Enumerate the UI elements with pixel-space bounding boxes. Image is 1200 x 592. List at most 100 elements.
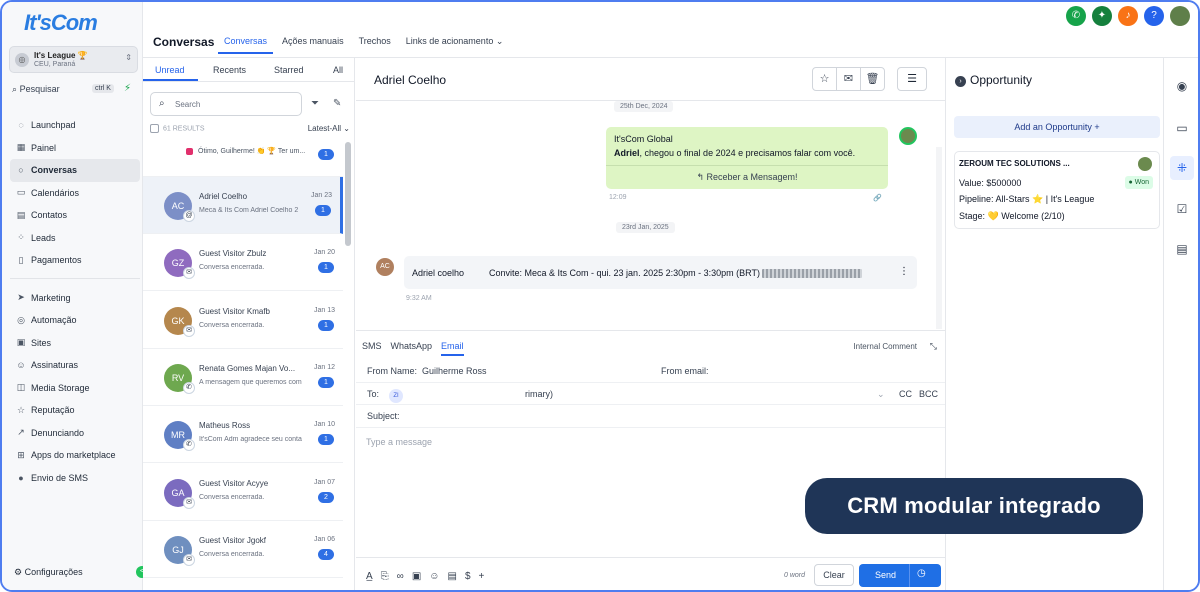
- filter-lines-icon[interactable]: ☰: [897, 67, 927, 91]
- sidebar-item-leads[interactable]: ⁘ Leads: [10, 227, 140, 250]
- tab-whatsapp[interactable]: WhatsApp: [391, 341, 433, 351]
- channel-icon: ✉: [183, 324, 195, 337]
- sidebar-item-denunciando[interactable]: ↗ Denunciando: [10, 422, 140, 445]
- bcc-button[interactable]: BCC: [919, 389, 938, 399]
- tasks-icon[interactable]: ☑: [1174, 201, 1190, 217]
- sidebar-item-label: Assinaturas: [31, 360, 79, 371]
- opportunity-card[interactable]: ZEROUM TEC SOLUTIONS ... Value: $500000 …: [954, 151, 1160, 229]
- message-subject-text: Convite: Meca & Its Com - qui. 23 jan. 2…: [489, 268, 760, 278]
- conversation-item[interactable]: GA ✉ Guest Visitor Acyye Conversa encerrada…: [143, 464, 343, 521]
- sidebar-item-conversas[interactable]: ○ Conversas: [10, 159, 140, 182]
- send-button[interactable]: Send ◷: [859, 564, 941, 587]
- sidebar-item-marketing[interactable]: ➤ Marketing: [10, 287, 140, 310]
- chevron-right-icon[interactable]: ›: [955, 76, 966, 87]
- incoming-email-message[interactable]: Adriel coelho Convite: Meca & Its Com - …: [404, 256, 917, 289]
- dollar-icon[interactable]: $: [465, 571, 471, 582]
- conversation-item[interactable]: RV ✆ Renata Gomes Majan Vo... A mensagem qu…: [143, 349, 343, 406]
- conversation-item[interactable]: GK ✉ Guest Visitor Kmafb Conversa encerrada…: [143, 292, 343, 349]
- tab-all[interactable]: All: [333, 65, 343, 75]
- sidebar-item-painel[interactable]: ▦ Painel: [10, 137, 140, 160]
- cc-button[interactable]: CC: [899, 389, 912, 399]
- compose-icon[interactable]: ✎: [333, 98, 341, 109]
- link-icon[interactable]: ∞: [397, 571, 404, 582]
- calendar-icon[interactable]: ▭: [1174, 120, 1190, 136]
- sort-dropdown[interactable]: Latest-All ⌄: [308, 124, 350, 133]
- sidebar-item-configuracoes[interactable]: ⚙ Configurações <: [14, 566, 148, 578]
- brand-logo[interactable]: It'sCom: [24, 10, 98, 36]
- clear-button[interactable]: Clear: [814, 564, 854, 586]
- message-subject: Convite: Meca & Its Com - qui. 23 jan. 2…: [489, 268, 899, 279]
- tab-starred[interactable]: Starred: [274, 65, 304, 75]
- trash-icon[interactable]: 🗑: [860, 67, 885, 91]
- sidebar-item-reputacao[interactable]: ☆ Reputação: [10, 399, 140, 422]
- tab-email[interactable]: Email: [441, 341, 464, 356]
- tab-sms[interactable]: SMS: [362, 341, 382, 351]
- message-input[interactable]: Type a message: [366, 437, 432, 447]
- list-scrollbar[interactable]: [345, 142, 351, 246]
- text-format-icon[interactable]: A̲: [366, 571, 373, 582]
- recipient-chip[interactable]: ZI: [389, 389, 403, 403]
- tab-acoes-manuais[interactable]: Ações manuais: [282, 36, 344, 56]
- attachment-icon[interactable]: ⎘: [381, 571, 389, 582]
- conversation-item[interactable]: GZ ✉ Guest Visitor Zbulz Conversa encerrada…: [143, 234, 343, 292]
- plus-icon: +: [1094, 122, 1100, 132]
- document-icon[interactable]: ▤: [447, 571, 456, 582]
- quick-reply-button[interactable]: ↰ Receber a Mensagem!: [606, 172, 888, 183]
- star-icon: ☆: [16, 404, 26, 415]
- bolt-icon[interactable]: ⚡: [124, 83, 131, 94]
- from-name-value[interactable]: Guilherme Ross: [422, 366, 487, 376]
- conversation-item[interactable]: MR ✆ Matheus Ross It'sCom Adm agradece seu …: [143, 406, 343, 464]
- notes-icon[interactable]: ▤: [1174, 241, 1190, 257]
- tab-trechos[interactable]: Trechos: [359, 36, 391, 56]
- reply-icon: ↰: [696, 172, 704, 182]
- reply-label: Receber a Mensagem!: [706, 172, 798, 182]
- filter-icon[interactable]: ⏷: [311, 98, 319, 109]
- phone-icon[interactable]: ✆: [1066, 6, 1086, 26]
- schedule-clock-icon[interactable]: ◷: [917, 568, 926, 579]
- tab-recents[interactable]: Recents: [213, 65, 246, 75]
- tab-links-acionamento[interactable]: Links de acionamento ⌄: [406, 36, 504, 56]
- tab-conversas[interactable]: Conversas: [217, 36, 274, 56]
- account-avatar-icon: ◎: [15, 53, 29, 67]
- sidebar-item-pagamentos[interactable]: ▯ Pagamentos: [10, 249, 140, 272]
- conversation-item[interactable]: AC @ Adriel Coelho Meca & Its Com Adriel Co…: [143, 177, 343, 234]
- user-avatar[interactable]: [1170, 6, 1190, 26]
- internal-comment-button[interactable]: Internal Comment: [853, 342, 917, 351]
- contact-profile-icon[interactable]: ◉: [1174, 78, 1190, 94]
- list-item[interactable]: Ótimo, Guilherme! 👏 🏆 Ter um... 1: [143, 140, 343, 177]
- select-all-checkbox[interactable]: [150, 124, 159, 133]
- chat-scrollbar[interactable]: [936, 147, 942, 329]
- sidebar-item-media-storage[interactable]: ◫ Media Storage: [10, 377, 140, 400]
- add-opportunity-button[interactable]: Add an Opportunity +: [954, 116, 1160, 138]
- unread-count: 1: [315, 205, 331, 216]
- subject-row[interactable]: Subject:: [356, 405, 945, 428]
- sidebar-item-label: Leads: [31, 232, 56, 243]
- sidebar-item-sites[interactable]: ▣ Sites: [10, 332, 140, 355]
- sidebar-item-automacao[interactable]: ◎ Automação: [10, 309, 140, 332]
- conversation-item[interactable]: GJ ✉ Guest Visitor Jgokf Conversa encerrada…: [143, 521, 343, 578]
- image-icon[interactable]: ▣: [412, 571, 421, 582]
- chevron-down-icon[interactable]: ⌄: [877, 389, 885, 400]
- account-switcher[interactable]: ◎ It's League 🏆 CEU, Paraná ⇕: [9, 46, 138, 73]
- bell-icon[interactable]: ♪: [1118, 6, 1138, 26]
- more-icon[interactable]: ⋮: [899, 266, 909, 277]
- sidebar-item-launchpad[interactable]: ◌ Launchpad: [10, 114, 140, 137]
- megaphone-icon[interactable]: ✦: [1092, 6, 1112, 26]
- mail-open-icon[interactable]: ✉: [836, 67, 861, 91]
- conversation-search-input[interactable]: ⌕ Search: [150, 92, 302, 116]
- sidebar-item-apps[interactable]: ⊞ Apps do marketplace: [10, 444, 140, 467]
- collapse-icon[interactable]: ⤡: [930, 341, 937, 352]
- shortcut-badge: ctrl K: [92, 84, 114, 93]
- plus-icon[interactable]: +: [479, 571, 485, 582]
- sidebar-item-envio-sms[interactable]: ● Envio de SMS: [10, 467, 140, 490]
- emoji-icon[interactable]: ☺: [429, 571, 439, 582]
- tab-unread[interactable]: Unread: [155, 65, 185, 75]
- sidebar-item-contatos[interactable]: ▤ Contatos: [10, 204, 140, 227]
- sidebar-item-calendarios[interactable]: ▭ Calendários: [10, 182, 140, 205]
- automation-icon: ◎: [17, 314, 25, 325]
- sidebar-item-assinaturas[interactable]: ☺ Assinaturas: [10, 354, 140, 377]
- help-icon[interactable]: ?: [1144, 6, 1164, 26]
- sidebar-search[interactable]: ⌕ Pesquisar ctrl K ⚡: [12, 83, 136, 98]
- opportunities-icon[interactable]: ⁜: [1170, 156, 1194, 180]
- star-icon[interactable]: ☆: [812, 67, 837, 91]
